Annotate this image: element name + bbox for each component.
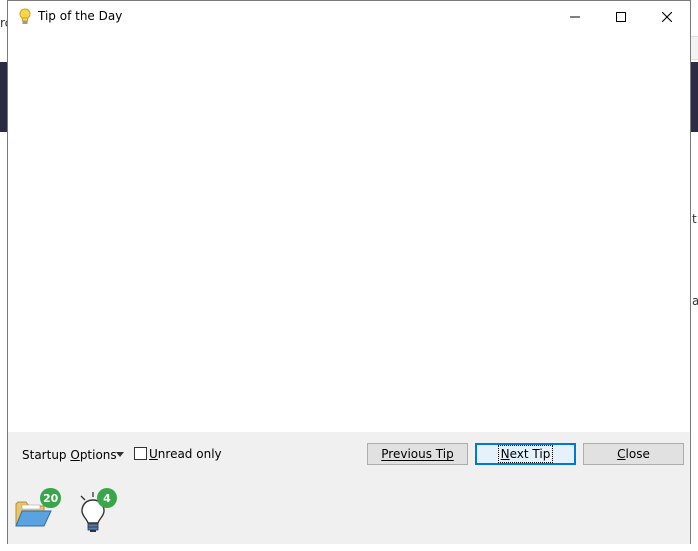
tip-content-area	[8, 32, 690, 432]
unread-only-mnemonic: U	[149, 447, 158, 461]
window-title: Tip of the Day	[38, 9, 123, 23]
tip-of-the-day-dialog: Tip of the Day Startup Options Unread on…	[7, 0, 691, 544]
startup-options-label-rest: ptions	[79, 448, 117, 462]
maximize-button[interactable]	[598, 1, 644, 32]
background-app-right: t a	[691, 0, 698, 551]
startup-options-mnemonic: O	[70, 448, 80, 462]
minimize-icon	[570, 16, 580, 17]
background-banner	[691, 62, 698, 132]
background-text: a	[692, 294, 698, 308]
close-icon	[662, 11, 672, 22]
previous-tip-button[interactable]: Previous Tip	[367, 443, 468, 465]
status-bar: 20 4	[8, 478, 690, 544]
close-mnemonic: C	[617, 447, 626, 461]
next-tip-button[interactable]: Next Tip	[475, 443, 576, 465]
lightbulb-icon	[19, 8, 31, 24]
tips-count-badge: 4	[97, 488, 117, 508]
title-bar[interactable]: Tip of the Day	[8, 1, 690, 32]
close-label: lose	[625, 447, 650, 461]
close-window-button[interactable]	[644, 1, 690, 32]
maximize-icon	[616, 11, 626, 22]
dropdown-arrow-icon[interactable]	[116, 452, 124, 457]
startup-options-label: Startup	[22, 448, 71, 462]
dialog-footer: Startup Options Unread only Previous Tip…	[8, 432, 690, 479]
unread-only-label[interactable]: Unread only	[149, 447, 222, 461]
next-tip-label: ext Tip	[509, 447, 551, 461]
previous-tip-label: Previous Tip	[381, 447, 454, 461]
projects-count-badge: 20	[40, 488, 62, 508]
next-tip-mnemonic: N	[500, 447, 510, 461]
unread-only-checkbox[interactable]	[134, 447, 147, 460]
minimize-button[interactable]	[552, 1, 598, 32]
unread-only-label-rest: nread only	[157, 447, 222, 461]
background-text: t	[692, 212, 697, 226]
background-toolbar	[691, 36, 698, 60]
close-button[interactable]: Close	[583, 443, 684, 465]
startup-options-menu[interactable]: Startup Options	[22, 448, 117, 462]
